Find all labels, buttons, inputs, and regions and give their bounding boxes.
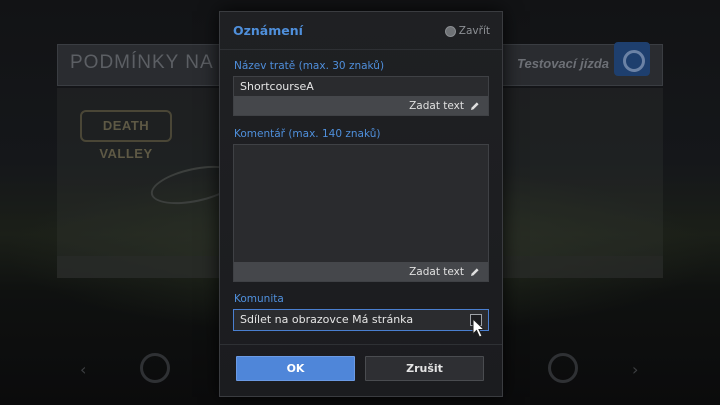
comment-edit-button[interactable]: Zadat text bbox=[234, 262, 488, 281]
pencil-icon bbox=[471, 101, 479, 110]
comment-label: Komentář (max. 140 znaků) bbox=[234, 128, 381, 140]
share-option-label: Sdílet na obrazovce Má stránka bbox=[240, 313, 414, 326]
close-icon bbox=[444, 25, 456, 37]
background-menu-icon bbox=[140, 353, 170, 383]
announcement-dialog: Oznámení Zavřít Název tratě (max. 30 zna… bbox=[219, 11, 503, 397]
background-right-arrow-icon: › bbox=[632, 360, 639, 379]
ok-button[interactable]: OK bbox=[236, 356, 355, 381]
share-my-page-option[interactable]: Sdílet na obrazovce Má stránka bbox=[233, 309, 489, 331]
background-menu-icon bbox=[548, 353, 578, 383]
background-logo: DEATH VALLEY bbox=[80, 110, 172, 161]
background-info-bar-right bbox=[500, 256, 663, 278]
mouse-cursor-icon bbox=[472, 318, 486, 338]
background-left-arrow-icon: ‹ bbox=[80, 360, 87, 379]
dialog-title: Oznámení bbox=[233, 23, 303, 38]
track-name-value: ShortcourseA bbox=[240, 80, 314, 93]
edit-label: Zadat text bbox=[409, 265, 464, 278]
cancel-button[interactable]: Zrušit bbox=[365, 356, 484, 381]
dialog-header: Oznámení Zavřít bbox=[220, 12, 502, 50]
close-label: Zavřít bbox=[458, 25, 490, 37]
track-name-edit-button[interactable]: Zadat text bbox=[234, 96, 488, 115]
comment-field[interactable]: Zadat text bbox=[233, 144, 489, 282]
track-name-field[interactable]: ShortcourseA Zadat text bbox=[233, 76, 489, 116]
track-name-label: Název tratě (max. 30 znaků) bbox=[234, 60, 385, 72]
footer-divider bbox=[220, 344, 502, 345]
edit-label: Zadat text bbox=[409, 99, 464, 112]
background-subtitle: Testovací jízda bbox=[517, 56, 609, 71]
community-label: Komunita bbox=[234, 293, 284, 305]
pencil-icon bbox=[471, 267, 479, 276]
background-info-bar bbox=[57, 256, 227, 278]
close-button[interactable]: Zavřít bbox=[444, 23, 490, 39]
background-badge-icon bbox=[614, 42, 650, 76]
